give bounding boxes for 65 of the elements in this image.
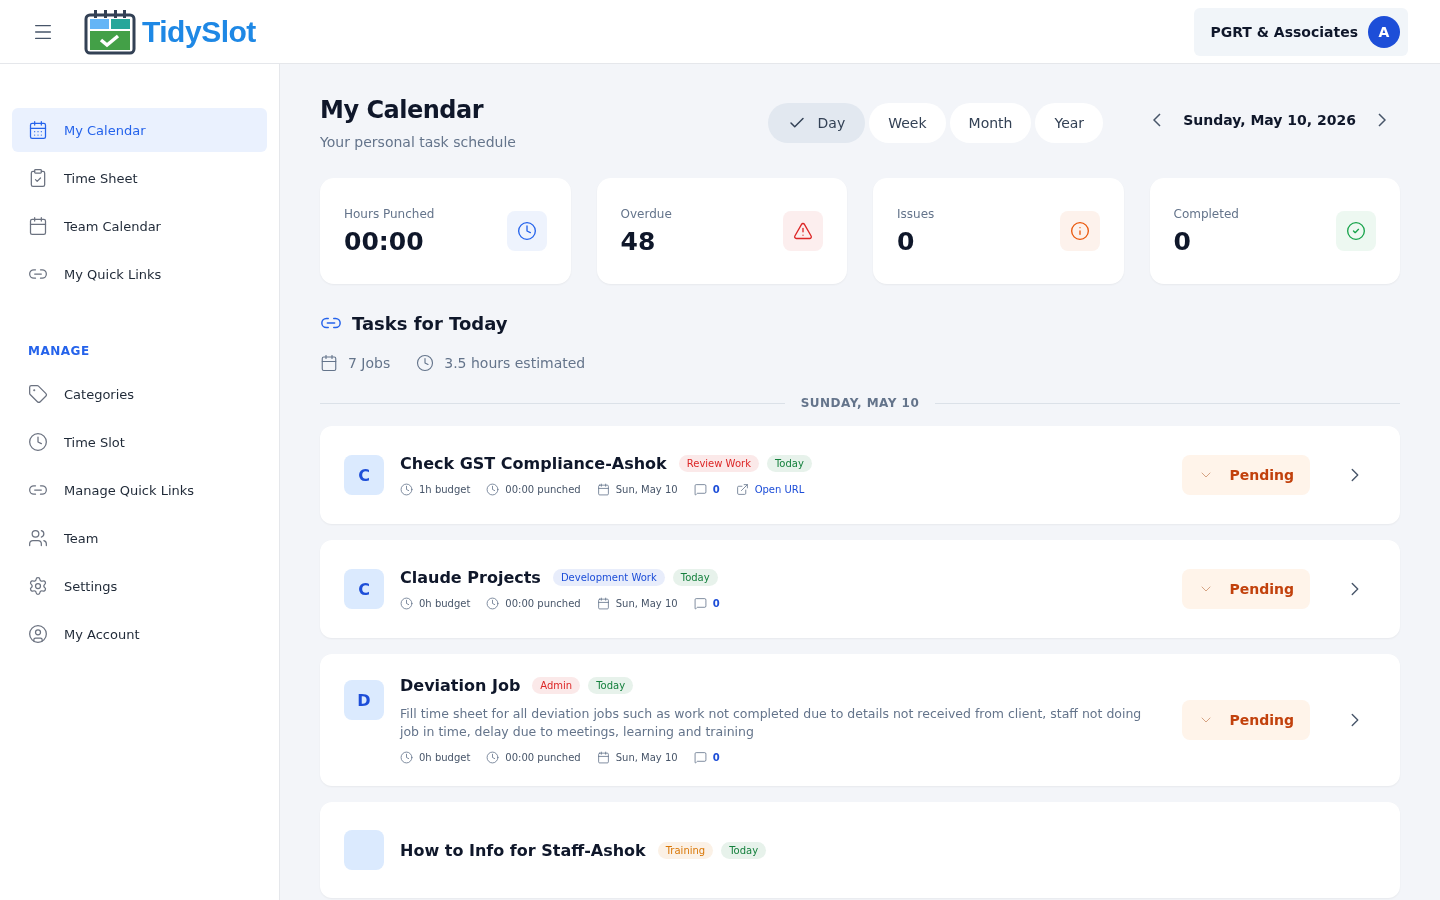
stat-value: 48 [620,226,657,256]
open-url-link[interactable]: Open URL [735,483,805,496]
jobs-count: 7 Jobs [348,355,391,371]
stat-label: Overdue [620,206,673,221]
page-title: My Calendar [320,96,485,124]
stat-value: 0 [1173,226,1192,256]
view-tab[interactable]: Year [1035,103,1104,143]
brand-name: TidySlot [142,14,256,49]
job-date: Sun, May 10 [615,752,678,763]
comment-count: 0 [712,752,720,763]
job-initial: C [344,455,384,495]
job-budget: 0h budget [419,598,471,609]
time-estimate: 3.5 hours estimated [444,355,586,371]
avatar: A [1368,15,1400,48]
sidebar-item[interactable]: My Quick Links [12,252,267,296]
job-punched: 00:00 punched [505,598,581,609]
day-heading: SUNDAY, MAY 10 [800,396,920,410]
status-dropdown[interactable]: Pending [1182,455,1310,495]
job-date: Sun, May 10 [615,598,678,609]
job-title: Claude Projects [400,568,541,587]
view-tab[interactable]: Month [949,103,1032,143]
stat-label: Completed [1173,206,1240,221]
job-title: Deviation Job [400,676,521,695]
stat-value: 00:00 [344,226,425,256]
current-date: Sunday, May 10, 2026 [1183,112,1356,128]
section-title: Tasks for Today [352,312,508,334]
comment-count: 0 [712,484,720,495]
job-title: Check GST Compliance-Ashok [400,454,667,473]
sidebar-item[interactable]: Manage Quick Links [12,468,267,512]
job-description: Fill time sheet for all deviation jobs such as work not completed due to details not received from client, staff not doing job in time, delay due to meetings, learning and training [400,705,1143,741]
sidebar-item[interactable]: Team Calendar [12,204,267,248]
job-punched: 00:00 punched [505,484,581,495]
job-tag: Admin [532,677,581,694]
job-tag: Today [721,841,767,859]
sidebar-item[interactable]: Categories [12,372,267,416]
job-tag: Today [672,569,718,586]
status-dropdown[interactable]: Pending [1182,700,1310,740]
job-title: How to Info for Staff-Ashok [400,840,646,860]
sidebar-item[interactable]: My Account [12,612,267,656]
page-subtitle: Your personal task schedule [320,134,517,150]
sidebar-item[interactable]: My Calendar [12,108,267,152]
job-budget: 1h budget [419,484,471,495]
stat-value: 0 [897,226,916,256]
job-initial: C [344,569,384,609]
job-budget: 0h budget [419,752,471,763]
comment-count: 0 [712,598,720,609]
sidebar-item[interactable]: Time Slot [12,420,267,464]
stat-label: Issues [897,206,936,221]
view-tab[interactable]: Day [767,103,866,143]
sidebar-item[interactable]: Settings [12,564,267,608]
job-tag: Development Work [552,569,665,586]
job-tag: Review Work [678,455,759,472]
sidebar-item[interactable]: Time Sheet [12,156,267,200]
stat-label: Hours Punched [344,206,436,221]
job-date: Sun, May 10 [615,484,678,495]
sidebar-item[interactable]: Team [12,516,267,560]
job-tag: Today [766,455,812,472]
status-dropdown[interactable]: Pending [1182,569,1310,609]
job-punched: 00:00 punched [505,752,581,763]
section-heading: MANAGE [27,344,91,358]
job-initial: D [344,680,384,720]
view-tab[interactable]: Week [869,103,946,143]
job-tag: Today [588,677,634,694]
organization-button[interactable]: PGRT & Associates A [1194,7,1408,56]
job-tag: Training [657,841,714,859]
